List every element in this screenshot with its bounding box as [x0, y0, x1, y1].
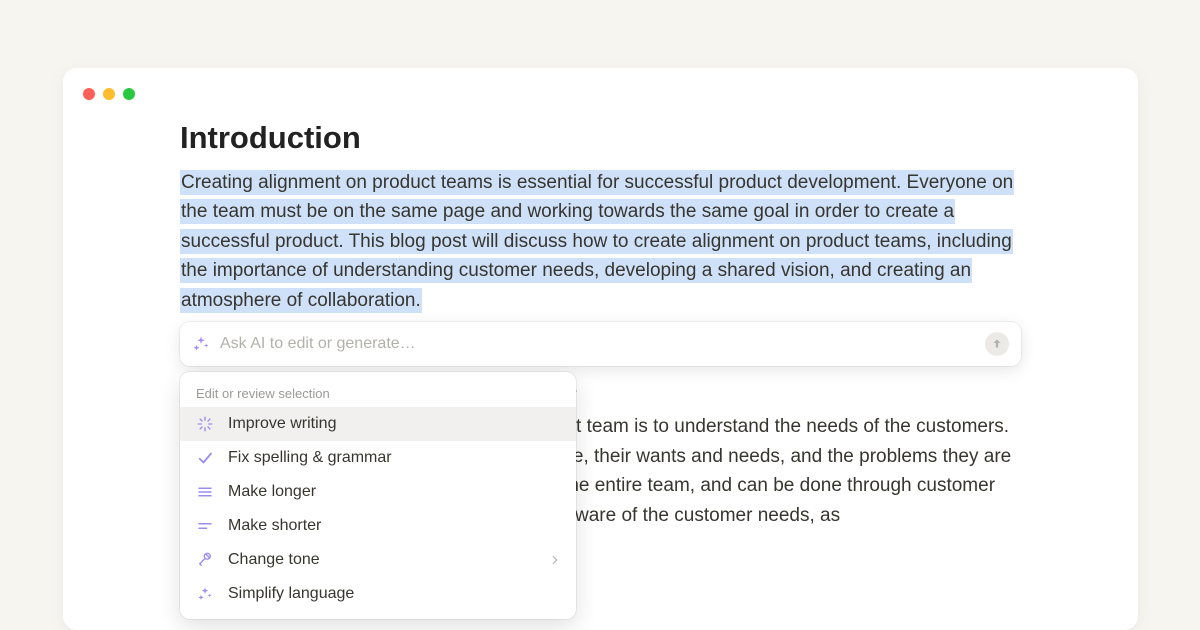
menu-item-simplify[interactable]: Simplify language	[180, 577, 576, 611]
lines-long-icon	[194, 481, 216, 503]
minimize-window-icon[interactable]	[103, 88, 115, 100]
menu-item-label: Simplify language	[228, 585, 354, 603]
sparkle-icon	[192, 335, 210, 353]
menu-item-improve-writing[interactable]: Improve writing	[180, 407, 576, 441]
check-icon	[194, 447, 216, 469]
menu-item-label: Improve writing	[228, 415, 336, 433]
ai-actions-menu: Edit or review selection Improve writing…	[180, 372, 576, 619]
microphone-icon	[194, 549, 216, 571]
chevron-right-icon	[548, 553, 562, 567]
close-window-icon[interactable]	[83, 88, 95, 100]
intro-paragraph[interactable]: Creating alignment on product teams is e…	[180, 168, 1021, 315]
menu-item-make-shorter[interactable]: Make shorter	[180, 509, 576, 543]
submit-button[interactable]	[985, 332, 1009, 356]
selected-text[interactable]: Creating alignment on product teams is e…	[180, 170, 1014, 313]
ai-prompt-bar[interactable]	[180, 322, 1021, 366]
arrow-up-icon	[990, 337, 1004, 351]
menu-item-label: Change tone	[228, 551, 320, 569]
menu-item-change-tone[interactable]: Change tone	[180, 543, 576, 577]
menu-section-header: Edit or review selection	[180, 378, 576, 407]
menu-item-label: Make longer	[228, 483, 316, 501]
ai-prompt-input[interactable]	[220, 335, 985, 353]
improve-icon	[194, 413, 216, 435]
menu-item-label: Make shorter	[228, 517, 321, 535]
window-controls	[83, 88, 135, 100]
menu-item-label: Fix spelling & grammar	[228, 449, 392, 467]
page-title: Introduction	[180, 120, 1021, 156]
maximize-window-icon[interactable]	[123, 88, 135, 100]
menu-item-fix-spelling[interactable]: Fix spelling & grammar	[180, 441, 576, 475]
sparkle-icon	[194, 583, 216, 605]
menu-item-make-longer[interactable]: Make longer	[180, 475, 576, 509]
app-window: Introduction Creating alignment on produ…	[63, 68, 1138, 630]
lines-short-icon	[194, 515, 216, 537]
